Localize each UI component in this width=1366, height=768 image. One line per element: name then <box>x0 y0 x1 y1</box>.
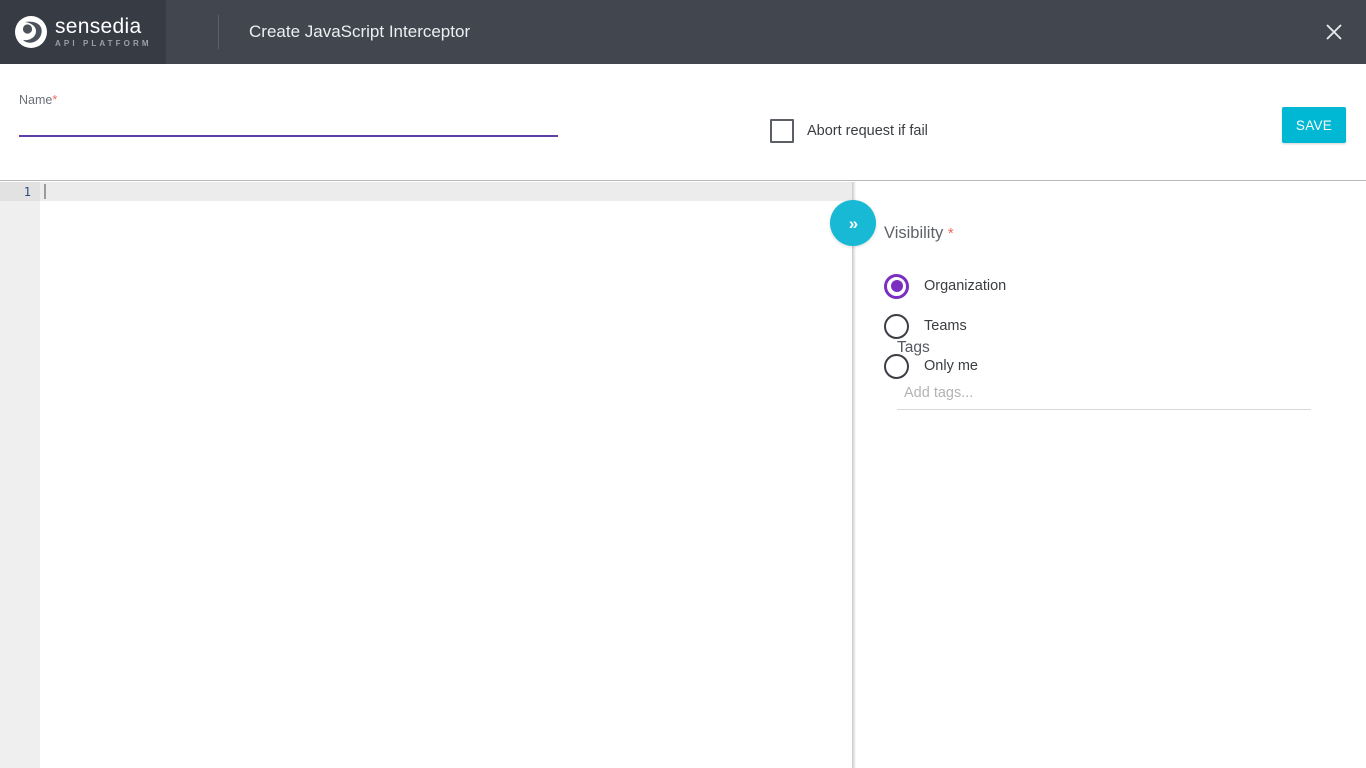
name-required-marker: * <box>52 93 57 107</box>
radio-organization-dot <box>891 280 903 292</box>
abort-request-checkbox[interactable] <box>770 119 794 143</box>
editor-gutter: 1 <box>0 182 40 768</box>
brand-name: sensedia <box>55 16 152 37</box>
brand-logo[interactable]: sensedia API PLATFORM <box>0 0 166 64</box>
radio-teams[interactable] <box>884 314 909 339</box>
visibility-title-text: Visibility <box>884 224 943 242</box>
tags-section: Tags <box>897 339 1311 410</box>
abort-request-checkbox-row[interactable]: Abort request if fail <box>770 119 928 143</box>
editor-active-line <box>40 182 853 201</box>
form-header-bar: Name* Abort request if fail SAVE <box>0 64 1366 181</box>
visibility-option-teams-label: Teams <box>924 318 967 334</box>
name-input[interactable] <box>19 109 558 137</box>
editor-caret <box>44 184 46 199</box>
name-label-text: Name <box>19 93 52 107</box>
editor-line-number: 1 <box>24 185 31 199</box>
visibility-required-marker: * <box>948 225 954 242</box>
name-field-group: Name* <box>19 93 558 137</box>
visibility-option-organization-label: Organization <box>924 278 1006 294</box>
abort-request-label: Abort request if fail <box>807 123 928 139</box>
header-divider <box>218 15 219 49</box>
visibility-option-organization[interactable]: Organization <box>884 266 1366 306</box>
brand-tagline: API PLATFORM <box>55 40 152 48</box>
code-editor[interactable]: 1 <box>0 182 853 768</box>
save-button[interactable]: SAVE <box>1282 107 1346 143</box>
close-button[interactable] <box>1308 0 1360 64</box>
close-icon <box>1324 22 1344 42</box>
double-chevron-right-icon: » <box>849 215 857 232</box>
visibility-section-title: Visibility * <box>884 224 1366 243</box>
page-title: Create JavaScript Interceptor <box>249 22 470 42</box>
settings-panel: Visibility * Organization Teams Only me <box>856 182 1366 768</box>
tags-input[interactable] <box>897 380 1311 410</box>
collapse-panel-toggle-button[interactable]: » <box>830 200 876 246</box>
radio-organization[interactable] <box>884 274 909 299</box>
sensedia-logo-icon <box>14 15 48 49</box>
editor-gutter-active-line <box>0 182 40 201</box>
app-header: sensedia API PLATFORM Create JavaScript … <box>0 0 1366 64</box>
editor-content-area[interactable] <box>40 201 853 768</box>
name-label: Name* <box>19 93 558 107</box>
tags-section-title: Tags <box>897 339 1311 357</box>
